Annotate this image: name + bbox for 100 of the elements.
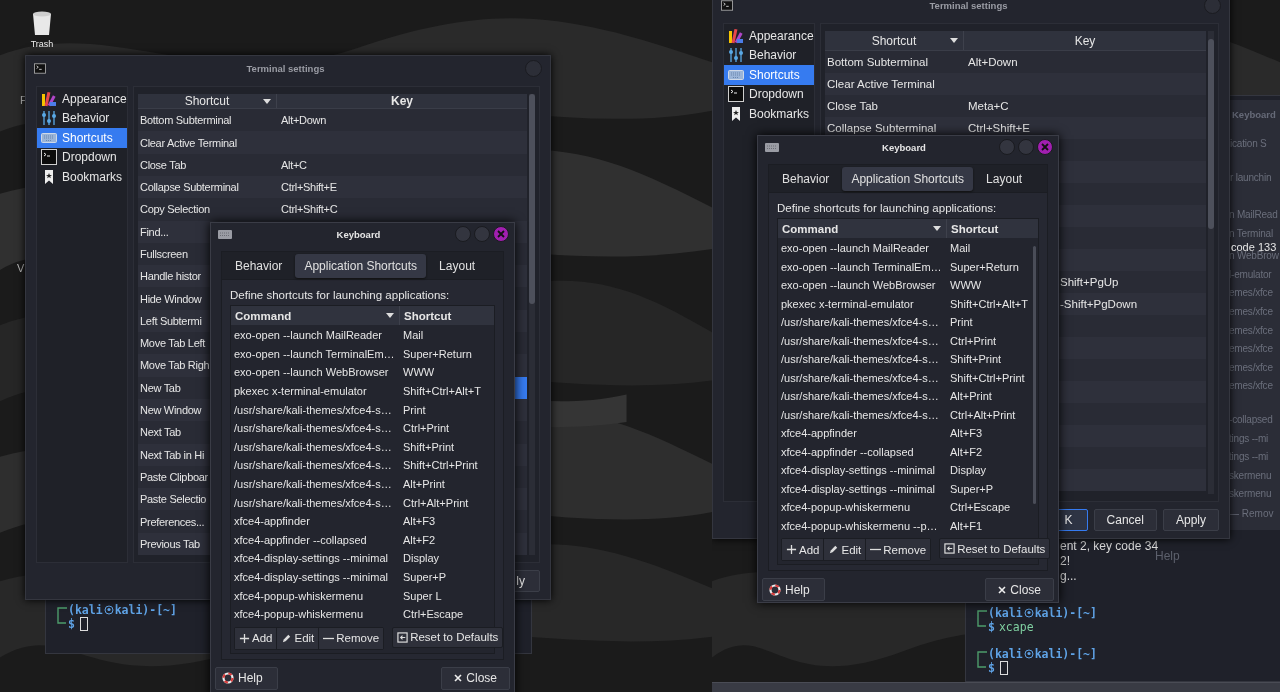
table-cell-text: Display bbox=[402, 552, 440, 565]
table-cell-text: xfce4-appfinder --collapsed bbox=[780, 445, 915, 458]
table-cell: Bottom Subterminal bbox=[140, 114, 232, 127]
table-cell: New Tab bbox=[140, 381, 181, 394]
table-cell-text: exo-open --launch WebBrowser bbox=[780, 279, 937, 292]
table-cell-text: /usr/share/kali-themes/xfce4-s… bbox=[780, 334, 940, 347]
table-cell-text: /usr/share/kali-themes/xfce4-s… bbox=[780, 316, 940, 329]
table-cell-text: exo-open --launch MailReader bbox=[233, 329, 383, 342]
table-cell-text: xfce4-appfinder bbox=[233, 515, 311, 528]
table-cell-text: Ctrl+Print bbox=[402, 422, 450, 435]
description-text: Define shortcuts for launching applications: bbox=[230, 288, 451, 302]
table-cell: Move Tab Righ bbox=[140, 359, 210, 372]
table-cell-text: Alt+F3 bbox=[402, 515, 436, 528]
table-cell-text: /usr/share/kali-themes/xfce4-s… bbox=[233, 440, 393, 453]
table-cell-text: /usr/share/kali-themes/xfce4-s… bbox=[233, 478, 393, 491]
table-cell: Find... bbox=[140, 225, 169, 238]
faded-text: emes/xfce bbox=[1229, 361, 1274, 373]
prompt-user: (kali bbox=[68, 603, 103, 617]
prompt-sign: $ bbox=[68, 617, 75, 631]
table-cell: Alt+C bbox=[281, 158, 307, 171]
table-cell-text: Super+Return bbox=[402, 347, 472, 360]
table-cell-text: /usr/share/kali-themes/xfce4-s… bbox=[233, 459, 393, 472]
table-cell: Next Tab bbox=[140, 426, 181, 439]
table-cell-text: xfce4-appfinder bbox=[780, 427, 858, 440]
faded-text: skermenu bbox=[1229, 488, 1273, 500]
table-cell-text: Ctrl+Print bbox=[949, 334, 997, 347]
table-cell: Close Tab bbox=[140, 158, 187, 171]
table-cell: Meta+C bbox=[968, 100, 1009, 112]
table-cell-text: Ctrl+Escape bbox=[949, 501, 1011, 514]
table-cell-text: Ctrl+Alt+Print bbox=[949, 408, 1016, 421]
table-cell: Paste Clipboar bbox=[140, 470, 208, 483]
table-cell-text: Alt+Print bbox=[949, 390, 992, 403]
table-cell-text: pkexec x-terminal-emulator bbox=[780, 297, 915, 310]
table-cell-text: xfce4-popup-whiskermenu --p… bbox=[780, 519, 939, 532]
faded-text: tings --mi bbox=[1229, 432, 1270, 444]
table-cell: Collapse Subterminal bbox=[827, 122, 937, 134]
prompt-sign: $ bbox=[988, 661, 995, 675]
table-cell-text: exo-open --launch TerminalEm… bbox=[780, 260, 943, 273]
table-cell-text: xfce4-popup-whiskermenu bbox=[780, 501, 911, 514]
faded-text: emes/xfce bbox=[1229, 287, 1274, 299]
faded-text: l-emulator bbox=[1229, 268, 1273, 280]
table-cell-text: Mail bbox=[949, 242, 971, 255]
table-cell-text: Display bbox=[949, 464, 987, 477]
table-cell: Collapse Subterminal bbox=[140, 181, 239, 194]
prompt-sign: $ bbox=[988, 620, 995, 634]
window-title: Terminal settings bbox=[928, 0, 1009, 11]
table-cell-text: Super L bbox=[402, 589, 442, 602]
table-cell: Next Tab in Hi bbox=[140, 448, 205, 461]
table-cell-text: Ctrl+Alt+Print bbox=[402, 496, 469, 509]
table-cell-text: Alt+F1 bbox=[949, 519, 983, 532]
table-cell-text: Alt+F3 bbox=[949, 427, 983, 440]
table-cell-text: Super+Return bbox=[949, 260, 1019, 273]
faded-text: skermenu bbox=[1229, 469, 1273, 481]
faded-text: emes/xfce bbox=[1229, 380, 1274, 392]
faded-text: emes/xfce bbox=[1229, 305, 1274, 317]
table-cell: Previous Tab bbox=[140, 537, 200, 550]
table-cell: Fullscreen bbox=[140, 248, 188, 260]
table-cell: Close Tab bbox=[827, 100, 878, 112]
table-cell-text: Print bbox=[402, 403, 426, 416]
table-cell: Shift+PgUp bbox=[1060, 276, 1119, 288]
table-cell-text: exo-open --launch MailReader bbox=[780, 242, 930, 255]
table-cell: Alt+Down bbox=[968, 56, 1018, 68]
table-cell: Copy Selection bbox=[140, 203, 210, 216]
table-cell-text: exo-open --launch WebBrowser bbox=[233, 366, 390, 379]
prompt-user: (kali bbox=[988, 647, 1023, 661]
table-cell: Hide Window bbox=[140, 292, 202, 305]
table-cell: -Shift+PgDown bbox=[1060, 298, 1138, 310]
table-cell: Ctrl+Shift+C bbox=[281, 203, 338, 216]
table-cell-text: Print bbox=[949, 316, 973, 329]
table-cell-text: xfce4-display-settings --minimal bbox=[780, 482, 937, 495]
table-cell: New Window bbox=[140, 404, 202, 417]
table-cell-text: xfce4-appfinder --collapsed bbox=[233, 533, 368, 546]
table-cell-text: Alt+Print bbox=[402, 478, 445, 491]
window-title: Keyboard bbox=[881, 141, 927, 153]
faded-text: -collapsed bbox=[1229, 414, 1273, 425]
table-cell-text: xfce4-display-settings --minimal bbox=[233, 552, 390, 565]
faded-text: ication S bbox=[1230, 138, 1268, 149]
faded-text: emes/xfce bbox=[1229, 343, 1274, 355]
faded-window-title: Keyboard bbox=[1232, 109, 1276, 120]
table-cell: Handle histor bbox=[140, 270, 201, 283]
table-cell: Left Subtermi bbox=[140, 314, 202, 327]
table-cell: Clear Active Terminal bbox=[140, 136, 237, 149]
terminal-output: g... bbox=[1060, 569, 1078, 584]
table-cell: Clear Active Terminal bbox=[827, 78, 935, 90]
prompt-host: kali)-[~] bbox=[114, 603, 177, 617]
table-cell: Ctrl+Shift+E bbox=[968, 122, 1030, 134]
prompt-user: (kali bbox=[988, 606, 1023, 620]
table-cell-text: Alt+F2 bbox=[402, 533, 436, 546]
table-cell: Alt+Down bbox=[281, 114, 326, 127]
table-cell-text: Shift+Ctrl+Print bbox=[402, 459, 478, 472]
table-cell-text: Super+P bbox=[949, 482, 994, 495]
prompt-host: kali)-[~] bbox=[1034, 647, 1097, 661]
table-cell-text: /usr/share/kali-themes/xfce4-s… bbox=[780, 390, 940, 403]
table-cell-text: /usr/share/kali-themes/xfce4-s… bbox=[233, 422, 393, 435]
window-title: Terminal settings bbox=[245, 62, 326, 74]
table-cell-text: Shift+Print bbox=[949, 353, 1002, 366]
window-title: Keyboard bbox=[335, 228, 382, 240]
table-cell-text: WWW bbox=[949, 279, 982, 292]
table-cell-text: Shift+Ctrl+Alt+T bbox=[949, 297, 1028, 310]
table-cell: Bottom Subterminal bbox=[827, 56, 928, 68]
